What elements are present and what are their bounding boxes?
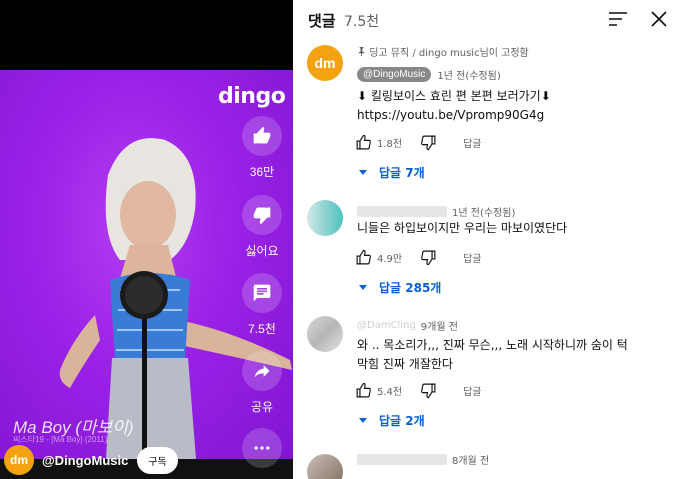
- subscribe-button[interactable]: 구독: [137, 446, 178, 474]
- share-button[interactable]: 공유: [236, 351, 288, 415]
- like-button[interactable]: 36만: [236, 116, 288, 180]
- thumb-up-icon[interactable]: [355, 134, 372, 151]
- thumb-down-icon[interactable]: [420, 382, 437, 399]
- comment-actions: 5.4천 답글: [355, 381, 482, 399]
- view-replies-button[interactable]: 답글 285개: [359, 279, 441, 296]
- close-icon[interactable]: [648, 8, 670, 30]
- comment-meta: 8개월 전: [357, 452, 489, 467]
- thumb-up-icon[interactable]: [355, 249, 372, 266]
- comment-time[interactable]: 1년 전(수정됨): [437, 67, 500, 82]
- comment-like-count: 4.9만: [377, 253, 403, 265]
- comment-author[interactable]: @DamCling: [357, 320, 416, 331]
- comment-author[interactable]: @DingoMusic: [357, 67, 432, 82]
- reply-button[interactable]: 답글: [463, 383, 481, 398]
- comment-avatar[interactable]: [307, 200, 343, 236]
- chevron-down-icon: [359, 170, 367, 175]
- sort-icon[interactable]: [607, 10, 629, 28]
- comments-button[interactable]: 7.5천: [236, 273, 288, 337]
- comments-panel: 댓글 7.5천 dm 딩고 뮤직 / dingo music님이 고정함 @Di…: [293, 0, 680, 479]
- reply-button[interactable]: 답글: [463, 250, 481, 265]
- comment-meta: 1년 전(수정됨): [357, 204, 515, 219]
- comment-meta: @DamCling 9개월 전: [357, 318, 458, 333]
- comment-author[interactable]: [357, 454, 447, 465]
- comment-like-count: 5.4천: [377, 386, 403, 398]
- dislike-label: 싫어요: [245, 244, 279, 258]
- comment-count: 7.5천: [248, 322, 276, 336]
- chevron-down-icon: [359, 285, 367, 290]
- comment-link[interactable]: https://youtu.be/Vpromp90G4g: [357, 106, 657, 125]
- pinned-label: 딩고 뮤직 / dingo music님이 고정함: [357, 44, 529, 59]
- view-replies-button[interactable]: 답글 2개: [359, 412, 425, 429]
- comment-actions: 4.9만 답글: [355, 248, 482, 266]
- comment-avatar[interactable]: [307, 454, 343, 479]
- comment-avatar[interactable]: [307, 316, 343, 352]
- thumb-up-icon: [242, 116, 282, 156]
- comment-like-count: 1.8천: [377, 138, 403, 150]
- comment-time[interactable]: 1년 전(수정됨): [452, 204, 515, 219]
- song-subtitle-overlay: 씨스타19 - [Ma Boy] (2011): [13, 435, 108, 444]
- comment-text: ⬇ 킬링보이스 효린 편 본편 보러가기⬇ https://youtu.be/V…: [357, 87, 657, 125]
- comments-count: 7.5천: [344, 14, 380, 30]
- thumb-down-icon[interactable]: [420, 249, 437, 266]
- pin-icon: [357, 47, 369, 59]
- comments-title: 댓글: [308, 12, 336, 30]
- share-icon: [242, 351, 282, 391]
- channel-row: dm @DingoMusic 구독: [4, 445, 178, 475]
- shorts-video-player[interactable]: dingo Ma Boy (마보이) 씨스타19 - [Ma Boy] (201…: [0, 0, 293, 479]
- comment-time[interactable]: 8개월 전: [452, 452, 489, 467]
- thumb-down-icon[interactable]: [420, 134, 437, 151]
- dislike-button[interactable]: 싫어요: [236, 195, 288, 259]
- comment-actions: 1.8천 답글: [355, 133, 482, 151]
- comment-avatar[interactable]: dm: [307, 45, 343, 81]
- comment-time[interactable]: 9개월 전: [421, 318, 458, 333]
- comment-meta: @DingoMusic 1년 전(수정됨): [357, 67, 501, 82]
- comment-author[interactable]: [357, 206, 447, 217]
- more-icon: [242, 428, 282, 468]
- like-count: 36만: [249, 165, 275, 179]
- chevron-down-icon: [359, 418, 367, 423]
- thumb-up-icon[interactable]: [355, 382, 372, 399]
- thumb-down-icon: [242, 195, 282, 235]
- comment-text: 와 .. 목소리가,,, 진짜 무슨,,, 노래 시작하니까 숨이 턱 막힘 진…: [357, 338, 628, 371]
- dingo-logo: dingo: [218, 84, 286, 109]
- channel-name[interactable]: @DingoMusic: [42, 453, 128, 468]
- comment-text: 니들은 하입보이지만 우리는 마보이였단다: [357, 221, 568, 235]
- comments-header: 댓글 7.5천: [293, 0, 680, 38]
- share-label: 공유: [250, 400, 274, 414]
- view-replies-button[interactable]: 답글 7개: [359, 164, 425, 181]
- channel-avatar[interactable]: dm: [4, 445, 34, 475]
- more-button[interactable]: [236, 428, 288, 468]
- comment-icon: [242, 273, 282, 313]
- reply-button[interactable]: 답글: [463, 135, 481, 150]
